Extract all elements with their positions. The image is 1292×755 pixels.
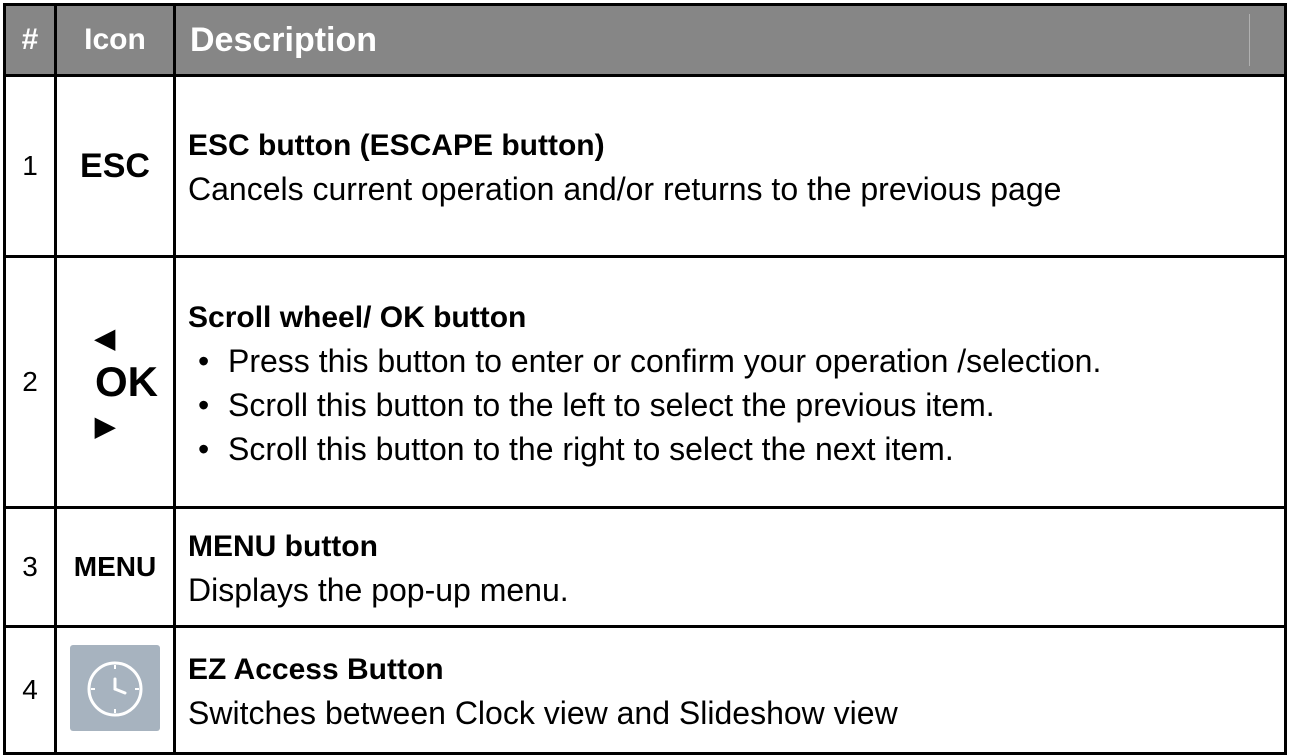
row-text: Cancels current operation and/or returns… [188, 170, 1062, 207]
ok-icon-label: OK [95, 358, 158, 405]
table-header-row: # Icon Description [3, 3, 1287, 77]
table-row: 4 EZ Access Button Switches between Cloc… [3, 625, 1287, 755]
list-item: • Scroll this button to the right to sele… [188, 427, 1274, 471]
table-row: 1 ESC ESC button (ESCAPE button) Cancels… [3, 74, 1287, 258]
row-title: EZ Access Button [188, 652, 444, 686]
esc-icon: ESC [54, 74, 176, 258]
left-arrow-icon: ◀ [95, 323, 115, 353]
bullet-list: • Press this button to enter or confirm y… [188, 339, 1274, 471]
bullet-icon: • [198, 386, 210, 423]
list-item-text: Scroll this button to the left to select… [228, 386, 995, 423]
button-description-table: # Icon Description 1 ESC ESC button (ESC… [3, 3, 1287, 755]
row-title: Scroll wheel/ OK button [188, 300, 527, 334]
ez-access-icon-cell [54, 625, 176, 755]
row-text: Displays the pop-up menu. [188, 571, 569, 608]
row-number: 2 [3, 255, 57, 509]
row-description: MENU button Displays the pop-up menu. [173, 506, 1287, 628]
list-item: • Press this button to enter or confirm y… [188, 339, 1274, 383]
table-row: 2 ◀ OK ▶ Scroll wheel/ OK button • Press … [3, 255, 1287, 509]
row-number: 4 [3, 625, 57, 755]
menu-icon: MENU [54, 506, 176, 628]
row-title: ESC button (ESCAPE button) [188, 128, 605, 162]
row-description: Scroll wheel/ OK button • Press this butt… [173, 255, 1287, 509]
esc-icon-label: ESC [80, 146, 150, 185]
ok-scroll-icon: ◀ OK ▶ [54, 255, 176, 509]
table-row: 3 MENU MENU button Displays the pop-up m… [3, 506, 1287, 628]
header-description-label: Description [190, 20, 378, 59]
right-arrow-icon: ▶ [95, 411, 115, 441]
menu-icon-label: MENU [73, 551, 157, 582]
row-description: ESC button (ESCAPE button) Cancels curre… [173, 74, 1287, 258]
bullet-icon: • [198, 342, 210, 379]
header-icon: Icon [54, 3, 176, 77]
header-separator [1249, 14, 1250, 66]
clock-icon [70, 644, 160, 731]
row-text: Switches between Clock view and Slidesho… [188, 694, 898, 731]
row-description: EZ Access Button Switches between Clock … [173, 625, 1287, 755]
row-title: MENU button [188, 529, 378, 563]
list-item-text: Scroll this button to the right to selec… [228, 430, 954, 467]
header-number: # [3, 3, 57, 77]
row-number: 1 [3, 74, 57, 258]
header-description: Description [173, 3, 1287, 77]
row-number: 3 [3, 506, 57, 628]
list-item: • Scroll this button to the left to selec… [188, 383, 1274, 427]
bullet-icon: • [198, 430, 210, 467]
list-item-text: Press this button to enter or confirm yo… [228, 342, 1102, 379]
